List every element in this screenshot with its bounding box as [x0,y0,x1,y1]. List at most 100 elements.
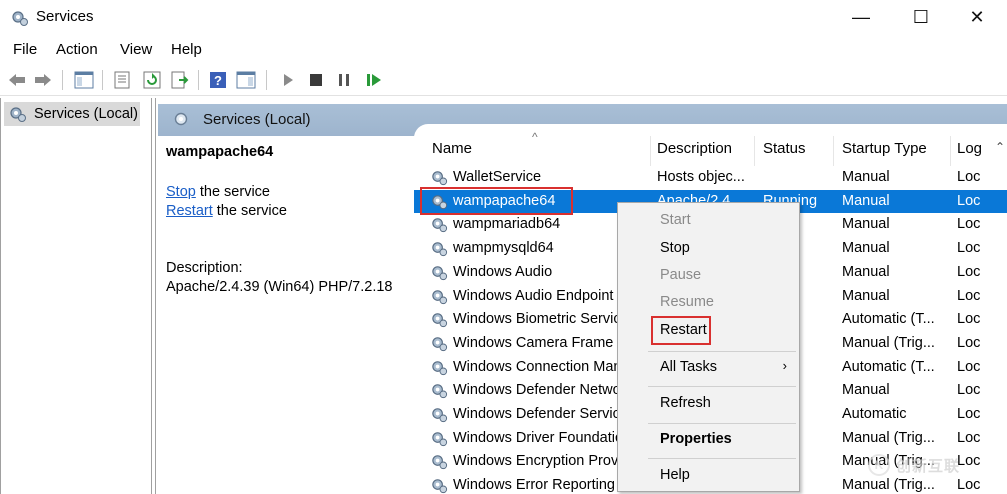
service-gear-icon [432,242,448,257]
column-header-description[interactable]: Description [657,140,732,162]
service-gear-icon [432,171,448,186]
service-info-panel: wampapache64 Stop the service Restart th… [158,136,414,494]
scroll-up-arrow-icon[interactable]: ⌃ [995,140,1005,154]
cell-log-on-as: Loc [957,334,981,351]
service-gear-icon [432,455,448,470]
cell-log-on-as: Loc [957,192,981,209]
back-arrow-icon[interactable] [7,70,27,90]
context-menu-start[interactable]: Start [660,212,691,228]
service-gear-icon [432,266,448,280]
cell-log-on-as: Loc [957,263,981,280]
cell-log-on-as: Loc [957,311,981,328]
service-gear-icon [432,408,448,423]
cell-log-on-as: Loc [957,429,981,446]
show-hide-console-tree-icon[interactable] [74,70,94,90]
cell-log-on-as: Loc [957,406,981,422]
sort-ascending-icon: ^ [532,130,538,144]
cell-startup-type: Manual (Trig... [842,334,935,351]
context-menu-stop[interactable]: Stop [660,240,690,256]
start-service-icon[interactable] [278,70,298,90]
service-gear-icon [432,313,448,328]
cell-startup-type: Manual [842,192,890,209]
column-header-name[interactable]: Name [432,140,472,162]
context-menu-help[interactable]: Help [660,467,690,483]
highlight-box-restart [651,316,711,345]
menu-action[interactable]: Action [56,41,98,58]
export-list-icon[interactable] [170,70,190,90]
cell-startup-type: Manual (Trig... [842,429,935,446]
toolbar: ? [0,64,1007,96]
stop-action: Stop the service [166,184,270,200]
service-gear-icon [432,384,448,399]
restart-link-suffix: the service [212,203,287,219]
column-header-log-on-as[interactable]: Log [957,140,982,162]
cell-log-on-as: Loc [957,240,981,257]
context-menu-all-tasks[interactable]: All Tasks [660,359,717,375]
tree-item-label: Services (Local) [34,106,138,122]
stop-link-suffix: the service [195,184,270,200]
context-menu-resume[interactable]: Resume [660,294,714,310]
search-gear-icon [174,112,188,126]
cell-startup-type: Manual [842,382,890,399]
cell-log-on-as: Loc [957,287,981,304]
menu-bar: File Action View Help [0,38,1007,62]
help-icon[interactable]: ? [208,70,228,90]
service-gear-icon [432,218,448,233]
close-button[interactable]: ✕ [949,0,1005,34]
restart-link[interactable]: Restart [166,203,213,219]
watermark-text: 创新互联 [896,457,961,475]
cell-log-on-as: Loc [957,358,981,375]
context-menu: Start Stop Pause Resume Restart All Task… [617,202,800,492]
cell-startup-type: Automatic (T... [842,358,935,375]
cell-startup-type: Manual [842,287,890,304]
service-gear-icon [432,337,448,351]
refresh-icon[interactable] [142,70,162,90]
column-header-status[interactable]: Status [763,140,806,162]
watermark: K 创新互联 [868,450,1004,480]
forward-arrow-icon[interactable] [33,70,53,90]
cell-startup-type: Automatic (T... [842,311,935,328]
services-gear-icon [10,107,26,122]
watermark-logo: K [868,454,890,476]
properties-icon[interactable] [112,70,132,90]
action-pane-icon[interactable] [236,70,256,90]
menu-help[interactable]: Help [171,41,202,58]
description-text: Apache/2.4.39 (Win64) PHP/7.2.18 [166,279,393,295]
description-label: Description: [166,260,243,276]
pause-service-icon[interactable] [334,70,354,90]
stop-link[interactable]: Stop [166,184,196,200]
cell-log-on-as: Loc [957,216,981,233]
stop-service-icon[interactable] [306,70,326,90]
cell-startup-type: Manual [842,169,890,185]
title-bar: Services — ☐ ✕ [0,0,1007,36]
svg-text:?: ? [214,73,222,88]
cell-description: Hosts objec... [657,169,745,185]
cell-log-on-as: Loc [957,382,981,399]
service-gear-icon [432,360,448,375]
service-gear-icon [432,289,448,304]
services-gear-icon [12,11,28,26]
menu-view[interactable]: View [120,41,152,58]
cell-name: WalletService [453,169,542,185]
restart-action: Restart the service [166,203,287,219]
service-gear-icon [432,431,448,446]
context-menu-pause[interactable]: Pause [660,267,701,283]
context-menu-properties[interactable]: Properties [660,431,732,447]
cell-log-on-as: Loc [957,169,981,185]
restart-service-icon[interactable] [364,70,384,90]
console-tree: Services (Local) [0,98,152,494]
pane-header-title: Services (Local) [203,111,311,128]
window-title: Services [36,8,94,25]
selected-service-name: wampapache64 [166,144,274,160]
cell-startup-type: Manual [842,263,890,280]
context-menu-refresh[interactable]: Refresh [660,395,711,411]
service-gear-icon [432,479,448,494]
cell-startup-type: Manual [842,240,890,257]
submenu-arrow-icon: › [782,358,787,373]
cell-startup-type: Automatic [842,406,907,422]
maximize-button[interactable]: ☐ [893,0,949,34]
minimize-button[interactable]: — [833,0,889,34]
menu-file[interactable]: File [13,41,37,58]
column-header-startup-type[interactable]: Startup Type [842,140,927,162]
tree-item-services-local[interactable]: Services (Local) [4,102,140,126]
